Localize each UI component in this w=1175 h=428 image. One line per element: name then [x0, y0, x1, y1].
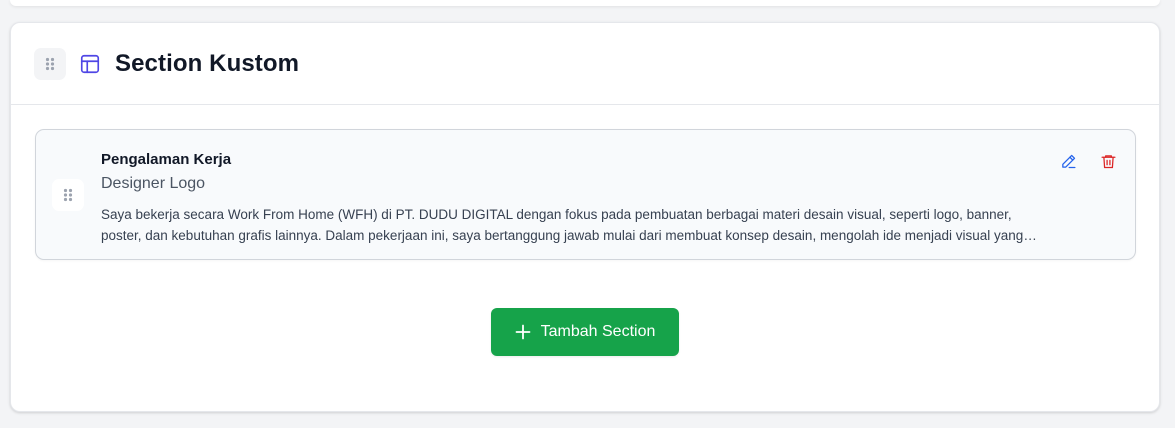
add-section-label: Tambah Section — [540, 323, 656, 340]
edit-button[interactable] — [1057, 150, 1079, 172]
section-item: Pengalaman Kerja Designer Logo Saya beke… — [35, 129, 1136, 260]
plus-icon — [515, 324, 531, 340]
previous-card-edge — [10, 0, 1160, 6]
pencil-icon — [1061, 154, 1076, 168]
section-drag-handle[interactable] — [34, 47, 66, 80]
trash-icon — [1100, 154, 1116, 168]
item-title: Pengalaman Kerja — [101, 151, 232, 168]
delete-button[interactable] — [1097, 150, 1119, 172]
section-header: Section Kustom — [11, 23, 1159, 105]
item-subtitle: Designer Logo — [101, 175, 206, 192]
grip-dots-icon — [45, 57, 55, 70]
add-section-button[interactable]: Tambah Section — [491, 308, 679, 356]
grip-dots-icon — [63, 188, 73, 202]
item-drag-handle[interactable] — [52, 179, 84, 211]
custom-section-card: Section Kustom Pengalaman Kerja Designer… — [10, 22, 1160, 412]
section-title: Section Kustom — [115, 49, 300, 77]
item-description: Saya bekerja secara Work From Home (WFH)… — [101, 207, 1024, 243]
item-actions — [1057, 150, 1119, 172]
layout-icon — [79, 53, 101, 75]
